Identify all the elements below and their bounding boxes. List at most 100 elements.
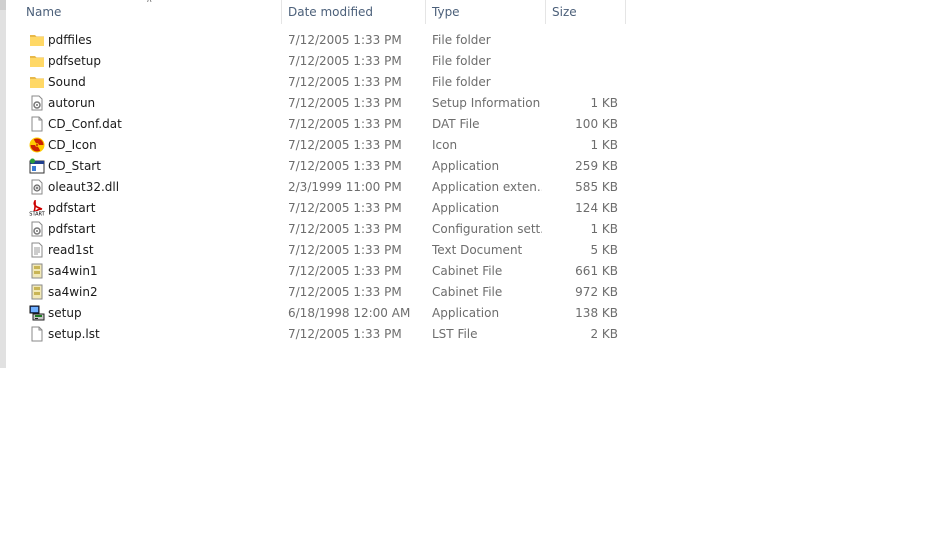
- file-date: 6/18/1998 12:00 AM: [288, 306, 411, 320]
- file-type: Text Document: [432, 243, 523, 257]
- file-size: 5 KB: [590, 243, 618, 257]
- file-name: sa4win2: [48, 285, 98, 299]
- file-name-cell: setup.lst: [28, 324, 280, 345]
- file-date: 7/12/2005 1:33 PM: [288, 75, 402, 89]
- file-date: 7/12/2005 1:33 PM: [288, 117, 402, 131]
- file-name-cell: read1st: [28, 240, 280, 261]
- column-header-type[interactable]: Type: [426, 0, 546, 24]
- file-name-cell: pdffiles: [28, 30, 280, 51]
- file-type: Application: [432, 306, 500, 320]
- file-name: sa4win1: [48, 264, 98, 278]
- left-scroll-edge[interactable]: [0, 0, 6, 368]
- file-size: 1 KB: [590, 222, 618, 236]
- file-name-cell: sa4win1: [28, 261, 280, 282]
- setup-computer-icon: [29, 305, 45, 321]
- file-name: autorun: [48, 96, 96, 110]
- file-name: pdfstart: [48, 201, 96, 215]
- svg-text:START: START: [29, 212, 45, 217]
- setup-info-icon: [29, 95, 45, 111]
- cabinet-icon: [29, 284, 45, 300]
- file-row[interactable]: sa4win2 7/12/2005 1:33 PM Cabinet File 972 …: [20, 282, 626, 303]
- file-row[interactable]: pdffiles 7/12/2005 1:33 PM File folder: [20, 30, 626, 51]
- file-type: Setup Information: [432, 96, 541, 110]
- file-name-cell: autorun: [28, 93, 280, 114]
- file-type: Cabinet File: [432, 264, 503, 278]
- file-name-cell: pdfstart: [28, 219, 280, 240]
- file-name-cell: CD_Conf.dat: [28, 114, 280, 135]
- file-row[interactable]: oleaut32.dll 2/3/1999 11:00 PM Application…: [20, 177, 626, 198]
- file-size: 100 KB: [575, 117, 618, 131]
- file-date: 7/12/2005 1:33 PM: [288, 285, 402, 299]
- file-type: Cabinet File: [432, 285, 503, 299]
- text-document-icon: [29, 242, 45, 258]
- file-type: Application: [432, 201, 500, 215]
- file-name: CD_Conf.dat: [48, 117, 122, 131]
- file-size: [546, 51, 618, 72]
- file-name-cell: Sound: [28, 72, 280, 93]
- file-row[interactable]: CD_Start 7/12/2005 1:33 PM Application 259 …: [20, 156, 626, 177]
- file-row[interactable]: setup.lst 7/12/2005 1:33 PM LST File 2 KB: [20, 324, 626, 345]
- cabinet-icon: [29, 263, 45, 279]
- file-row[interactable]: setup 6/18/1998 12:00 AM Application 138 KB: [20, 303, 626, 324]
- file-name-cell: pdfsetup: [28, 51, 280, 72]
- file-name: setup.lst: [48, 327, 100, 341]
- file-name: pdffiles: [48, 33, 92, 47]
- file-size: 1 KB: [590, 138, 618, 152]
- file-name-cell: oleaut32.dll: [28, 177, 280, 198]
- file-size: 259 KB: [575, 159, 618, 173]
- file-row[interactable]: sa4win1 7/12/2005 1:33 PM Cabinet File 661 …: [20, 261, 626, 282]
- file-row[interactable]: CD_Icon 7/12/2005 1:33 PM Icon 1 KB: [20, 135, 626, 156]
- left-scroll-cap[interactable]: [0, 0, 6, 10]
- file-name-cell: START pdfstart: [28, 198, 280, 219]
- file-name: oleaut32.dll: [48, 180, 120, 194]
- file-row[interactable]: autorun 7/12/2005 1:33 PM Setup Informatio…: [20, 93, 626, 114]
- file-type: File folder: [432, 54, 491, 68]
- file-name: pdfstart: [48, 222, 96, 236]
- file-name: Sound: [48, 75, 86, 89]
- file-date: 2/3/1999 11:00 PM: [288, 180, 402, 194]
- file-type: Configuration sett...: [432, 222, 542, 236]
- file-date: 7/12/2005 1:33 PM: [288, 33, 402, 47]
- file-type: LST File: [432, 327, 478, 341]
- file-size: 124 KB: [575, 201, 618, 215]
- file-row[interactable]: CD_Conf.dat 7/12/2005 1:33 PM DAT File 100 …: [20, 114, 626, 135]
- file-row[interactable]: read1st 7/12/2005 1:33 PM Text Document 5 K…: [20, 240, 626, 261]
- file-name-cell: CD_Icon: [28, 135, 280, 156]
- blank-file-icon: [29, 116, 45, 132]
- column-header-name[interactable]: Name: [20, 0, 282, 24]
- file-size: 585 KB: [575, 180, 618, 194]
- file-name: read1st: [48, 243, 94, 257]
- file-date: 7/12/2005 1:33 PM: [288, 243, 402, 257]
- folder-icon: [29, 53, 45, 69]
- file-date: 7/12/2005 1:33 PM: [288, 138, 402, 152]
- file-row[interactable]: pdfsetup 7/12/2005 1:33 PM File folder: [20, 51, 626, 72]
- file-type: Application exten...: [432, 180, 542, 194]
- file-size: [546, 72, 618, 93]
- file-name-cell: setup: [28, 303, 280, 324]
- folder-icon: [29, 32, 45, 48]
- file-date: 7/12/2005 1:33 PM: [288, 96, 402, 110]
- file-date: 7/12/2005 1:33 PM: [288, 222, 402, 236]
- file-size: 972 KB: [575, 285, 618, 299]
- file-row[interactable]: pdfstart 7/12/2005 1:33 PM Configuration s…: [20, 219, 626, 240]
- radiation-icon: [29, 137, 45, 153]
- file-name: pdfsetup: [48, 54, 102, 68]
- file-type: File folder: [432, 33, 491, 47]
- file-size: 138 KB: [575, 306, 618, 320]
- file-row[interactable]: Sound 7/12/2005 1:33 PM File folder: [20, 72, 626, 93]
- file-name-cell: sa4win2: [28, 282, 280, 303]
- config-gear-icon: [29, 221, 45, 237]
- file-date: 7/12/2005 1:33 PM: [288, 54, 402, 68]
- file-type: File folder: [432, 75, 491, 89]
- dll-gear-icon: [29, 179, 45, 195]
- column-header-size[interactable]: Size: [546, 0, 626, 24]
- file-type: DAT File: [432, 117, 480, 131]
- file-list: pdffiles 7/12/2005 1:33 PM File folder pdfs…: [20, 30, 626, 345]
- file-size: 1 KB: [590, 96, 618, 110]
- file-date: 7/12/2005 1:33 PM: [288, 327, 402, 341]
- column-header-date[interactable]: Date modified: [282, 0, 426, 24]
- file-name: CD_Icon: [48, 138, 97, 152]
- blank-file-icon: [29, 326, 45, 342]
- column-header-row: Name Date modified Type Size: [20, 0, 626, 24]
- file-row[interactable]: START pdfstart 7/12/2005 1:33 PM Applicatio…: [20, 198, 626, 219]
